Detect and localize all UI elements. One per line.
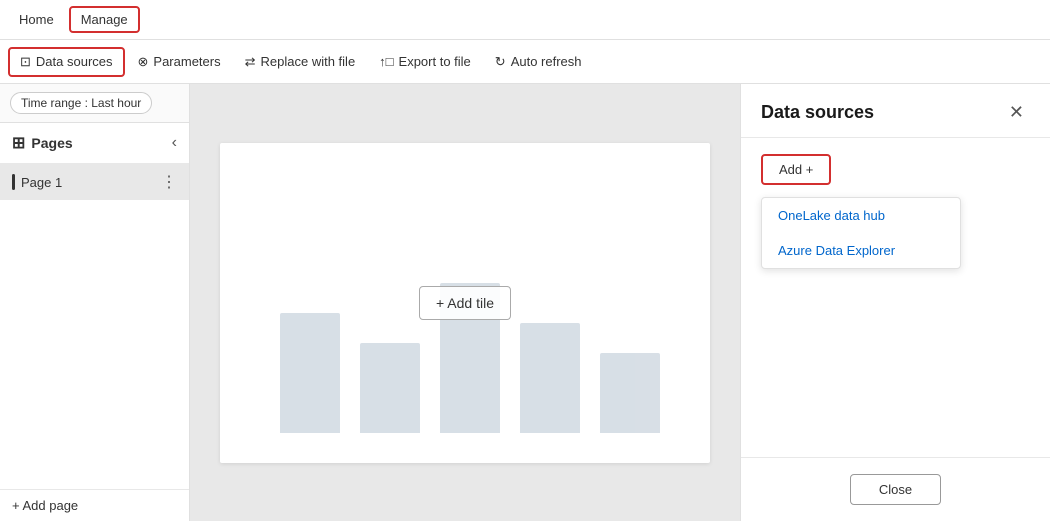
auto-refresh-button[interactable]: ↻ Auto refresh <box>484 48 593 76</box>
add-tile-button[interactable]: + Add tile <box>419 286 511 320</box>
add-tile-label: + Add tile <box>436 295 494 311</box>
panel-title: Data sources <box>761 102 874 123</box>
export-to-file-button[interactable]: ↑□ Export to file <box>368 48 482 75</box>
parameters-icon: ⊗ <box>138 54 149 70</box>
time-range-label: Time range : Last hour <box>21 96 141 110</box>
canvas-content: + Add tile <box>220 143 710 463</box>
toolbar: ⊡ Data sources ⊗ Parameters ⇄ Replace wi… <box>0 40 1050 84</box>
close-button[interactable]: Close <box>850 474 941 505</box>
replace-with-file-button[interactable]: ⇄ Replace with file <box>234 48 367 76</box>
canvas-area: + Add tile <box>190 84 740 521</box>
add-data-source-button[interactable]: Add + <box>761 154 831 185</box>
data-sources-button[interactable]: ⊡ Data sources <box>8 47 125 77</box>
nav-home[interactable]: Home <box>8 7 65 32</box>
pages-title: ⊞ Pages <box>12 133 73 153</box>
top-nav: Home Manage <box>0 0 1050 40</box>
bar-4 <box>520 323 580 433</box>
auto-refresh-icon: ↻ <box>495 54 506 70</box>
bar-2 <box>360 343 420 433</box>
parameters-button[interactable]: ⊗ Parameters <box>127 48 232 76</box>
add-page-label: + Add page <box>12 498 78 513</box>
page-more-options-icon[interactable]: ⋮ <box>161 172 177 192</box>
nav-manage[interactable]: Manage <box>69 6 140 33</box>
panel-header: Data sources ✕ <box>741 84 1050 138</box>
panel-body: Add + OneLake data hub Azure Data Explor… <box>741 138 1050 457</box>
close-panel-icon[interactable]: ✕ <box>1003 100 1030 125</box>
collapse-pages-icon[interactable]: ‹ <box>172 134 177 152</box>
time-range-badge[interactable]: Time range : Last hour <box>10 92 152 114</box>
left-sidebar: Time range : Last hour ⊞ Pages ‹ Page 1 … <box>0 84 190 521</box>
export-icon: ↑□ <box>379 54 393 69</box>
onelake-data-hub-item[interactable]: OneLake data hub <box>762 198 960 233</box>
page-1-item[interactable]: Page 1 ⋮ <box>0 164 189 200</box>
data-source-dropdown: OneLake data hub Azure Data Explorer <box>761 197 961 269</box>
time-range-bar: Time range : Last hour <box>0 84 189 123</box>
azure-data-explorer-item[interactable]: Azure Data Explorer <box>762 233 960 268</box>
add-button-label: Add + <box>779 162 813 177</box>
bar-5 <box>600 353 660 433</box>
page-bar-indicator <box>12 174 15 190</box>
main-area: Time range : Last hour ⊞ Pages ‹ Page 1 … <box>0 84 1050 521</box>
right-panel: Data sources ✕ Add + OneLake data hub Az… <box>740 84 1050 521</box>
page-1-label: Page 1 <box>21 175 62 190</box>
pages-header: ⊞ Pages ‹ <box>0 123 189 164</box>
bar-1 <box>280 313 340 433</box>
data-sources-icon: ⊡ <box>20 54 31 70</box>
panel-footer: Close <box>741 457 1050 521</box>
pages-icon: ⊞ <box>12 133 25 153</box>
add-page-button[interactable]: + Add page <box>0 489 189 521</box>
replace-icon: ⇄ <box>245 54 256 70</box>
